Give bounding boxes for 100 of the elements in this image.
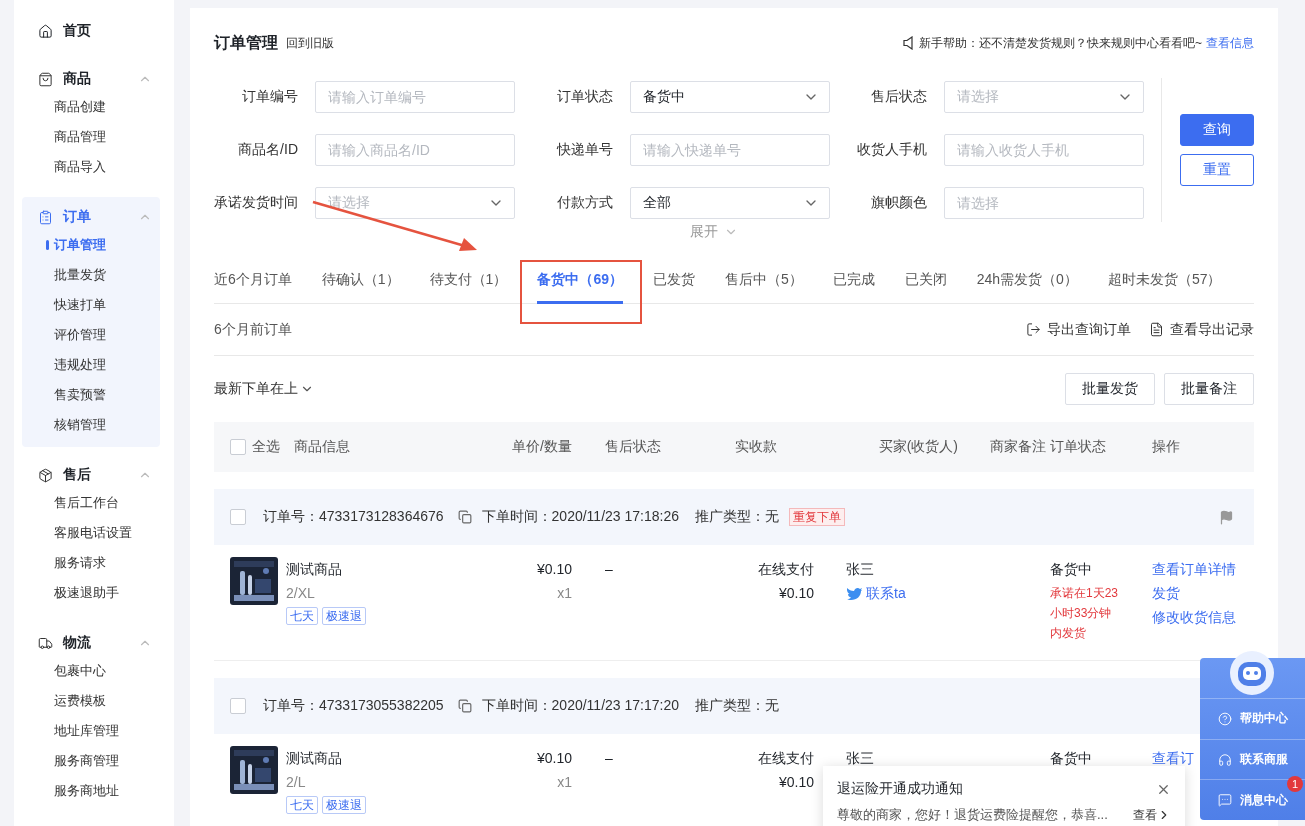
- buyer-name: 张三: [846, 560, 875, 579]
- sidebar-group-title[interactable]: 订单: [63, 208, 91, 226]
- action-link[interactable]: 发货: [1152, 581, 1254, 605]
- field-label: 承诺发货时间: [214, 194, 298, 213]
- quantity: x1: [557, 584, 572, 603]
- sidebar-item[interactable]: 商品导入: [22, 152, 160, 182]
- export-action[interactable]: 导出查询订单: [1026, 320, 1131, 339]
- sidebar-item[interactable]: 快速打单: [22, 290, 160, 320]
- copy-icon[interactable]: [457, 510, 472, 524]
- sidebar-item[interactable]: 售卖预警: [22, 380, 160, 410]
- history-orders-label: 6个月前订单: [214, 320, 292, 339]
- column-header: 商品信息: [294, 438, 350, 456]
- sidebar-item[interactable]: 批量发货: [22, 260, 160, 290]
- column-header: 订单状态: [1050, 438, 1107, 456]
- truck-icon: [38, 635, 53, 651]
- order-time: 下单时间：2020/11/23 17:18:26: [481, 508, 679, 526]
- amount-paid: ¥0.10: [778, 773, 814, 792]
- field-label: 售后状态: [870, 87, 927, 106]
- product-spec: 2/L: [286, 773, 307, 792]
- sidebar-item[interactable]: 极速退助手: [22, 578, 160, 608]
- view-link[interactable]: 查看: [1133, 806, 1171, 824]
- status-tab[interactable]: 备货中（69）: [537, 256, 623, 304]
- action-link[interactable]: 修改收货信息: [1152, 605, 1254, 629]
- headset-icon: [1217, 752, 1232, 767]
- status-tab[interactable]: 24h需发货（0）: [976, 256, 1078, 304]
- order-number: 订单号：4733173055382205: [263, 697, 444, 715]
- unit-price: ¥0.10: [536, 749, 572, 768]
- order-time: 下单时间：2020/11/23 17:17:20: [481, 697, 679, 715]
- order-status: 备货中: [1050, 560, 1093, 579]
- sort-dropdown[interactable]: 最新下单在上: [214, 380, 314, 398]
- export-icon: [1026, 322, 1041, 337]
- field-label: 商品名/ID: [237, 141, 298, 159]
- speaker-icon: [903, 36, 915, 50]
- copy-icon[interactable]: [457, 699, 472, 713]
- sidebar-item[interactable]: 核销管理: [22, 410, 160, 440]
- bulk-action-button[interactable]: 批量备注: [1164, 373, 1254, 405]
- status-tab[interactable]: 售后中（5）: [724, 256, 803, 304]
- export-action[interactable]: 查看导出记录: [1149, 320, 1254, 339]
- checkbox[interactable]: [230, 698, 246, 714]
- checkbox[interactable]: [230, 439, 246, 455]
- sidebar-group-title[interactable]: 商品: [63, 70, 91, 88]
- sidebar-group-title[interactable]: 售后: [63, 466, 91, 484]
- sidebar-item[interactable]: 售后工作台: [22, 488, 160, 518]
- status-tab[interactable]: 已关闭: [904, 256, 947, 304]
- input-field[interactable]: 请选择: [944, 187, 1144, 220]
- checkbox[interactable]: [230, 509, 246, 525]
- sidebar-item[interactable]: 服务商管理: [22, 746, 160, 776]
- clipboard-icon: [38, 209, 53, 225]
- select-field[interactable]: 全部: [629, 187, 830, 220]
- repeat-order-tag: 重复下单: [789, 508, 845, 526]
- sidebar-item[interactable]: 商品管理: [22, 122, 160, 152]
- view-info-link[interactable]: 查看信息: [1206, 34, 1254, 52]
- field-label: 订单状态: [555, 87, 613, 106]
- input-field[interactable]: 请输入快递单号: [629, 134, 830, 166]
- home-icon: [38, 23, 53, 39]
- amount-paid: ¥0.10: [778, 584, 814, 603]
- status-tab[interactable]: 超时未发货（57）: [1107, 256, 1222, 304]
- sidebar-item[interactable]: 运费模板: [22, 686, 160, 716]
- select-field[interactable]: 备货中: [629, 80, 830, 113]
- sidebar-item[interactable]: 客服电话设置: [22, 518, 160, 548]
- query-button[interactable]: 查询: [1180, 114, 1254, 146]
- service-tag: 七天: [286, 607, 318, 625]
- sidebar-item[interactable]: 首页: [63, 22, 91, 40]
- unread-badge: 1: [1286, 776, 1303, 793]
- sidebar-item[interactable]: 服务请求: [22, 548, 160, 578]
- bulk-action-button[interactable]: 批量发货: [1065, 373, 1155, 405]
- product-spec: 2/XL: [286, 584, 316, 603]
- input-field[interactable]: 请输入收货人手机: [944, 134, 1144, 166]
- reset-button[interactable]: 重置: [1180, 154, 1254, 186]
- input-field[interactable]: 请输入订单编号: [315, 80, 515, 113]
- status-tab[interactable]: 待支付（1）: [429, 256, 508, 304]
- sidebar-item[interactable]: 地址库管理: [22, 716, 160, 746]
- status-tab[interactable]: 已发货: [652, 256, 695, 304]
- column-header: 售后状态: [604, 438, 662, 456]
- quantity: x1: [557, 773, 572, 792]
- field-label: 订单编号: [241, 87, 298, 106]
- sidebar-group-title[interactable]: 物流: [63, 634, 91, 652]
- old-version-link[interactable]: 回到旧版: [286, 34, 334, 52]
- input-field[interactable]: 请输入商品名/ID: [315, 134, 515, 166]
- status-tab[interactable]: 近6个月订单: [214, 256, 292, 304]
- chat-icon: [1217, 793, 1232, 808]
- product-name: 测试商品: [286, 560, 343, 579]
- sidebar-item[interactable]: 商品创建: [22, 92, 160, 122]
- sidebar-item[interactable]: 评价管理: [22, 320, 160, 350]
- flag-icon[interactable]: [1219, 509, 1234, 525]
- contact-link[interactable]: 联系ta: [866, 581, 906, 605]
- action-link[interactable]: 查看订单详情: [1152, 557, 1254, 581]
- notification-title: 退运险开通成功通知: [837, 780, 963, 798]
- help-panel-item[interactable]: 消息中心 1: [1200, 779, 1305, 820]
- product-name: 测试商品: [286, 749, 343, 768]
- unit-price: ¥0.10: [536, 560, 572, 579]
- sidebar-item[interactable]: 服务商地址: [22, 776, 160, 806]
- sidebar-item[interactable]: 包裹中心: [22, 656, 160, 686]
- sidebar-item[interactable]: 违规处理: [22, 350, 160, 380]
- status-tab[interactable]: 已完成: [832, 256, 875, 304]
- sidebar-item[interactable]: 订单管理: [22, 230, 160, 260]
- status-tab[interactable]: 待确认（1）: [321, 256, 400, 304]
- field-label: 旗帜颜色: [870, 194, 927, 213]
- column-header: 实收款: [735, 438, 778, 456]
- payment-method: 在线支付: [758, 749, 814, 768]
